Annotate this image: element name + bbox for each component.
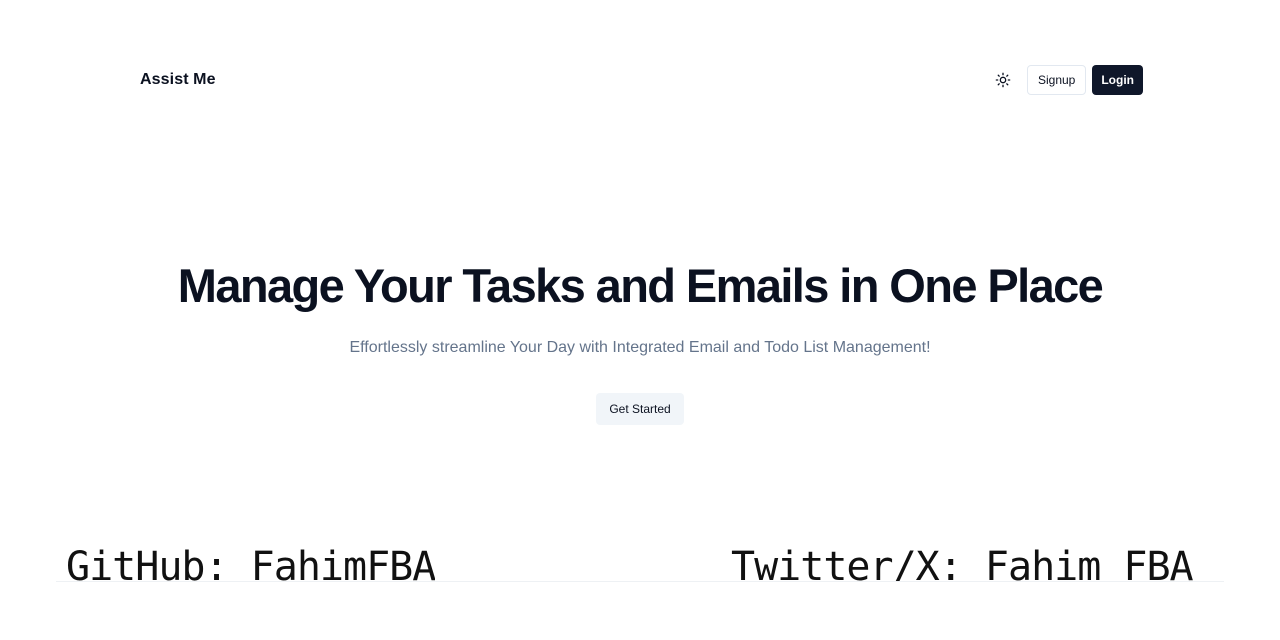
signup-button[interactable]: Signup xyxy=(1026,65,1087,95)
get-started-button[interactable]: Get Started xyxy=(596,393,684,425)
landing-page: Assist Me Signup Login Manage Your Tasks xyxy=(0,0,1280,640)
brand-logo[interactable]: Assist Me xyxy=(140,71,216,89)
nav-actions: Signup Login xyxy=(993,65,1143,95)
top-navbar: Assist Me Signup Login xyxy=(140,64,1143,96)
cta-container: Get Started xyxy=(0,393,1280,425)
footer-divider xyxy=(56,581,1224,582)
login-button[interactable]: Login xyxy=(1092,65,1143,95)
twitter-handle: Twitter/X: Fahim_FBA xyxy=(731,544,1193,581)
hero-subtitle: Effortlessly streamline Your Day with In… xyxy=(349,339,931,356)
github-handle: GitHub: FahimFBA xyxy=(66,544,436,581)
theme-toggle-button[interactable] xyxy=(993,70,1013,90)
hero-title: Manage Your Tasks and Emails in One Plac… xyxy=(177,259,1104,312)
sun-icon xyxy=(995,72,1011,88)
